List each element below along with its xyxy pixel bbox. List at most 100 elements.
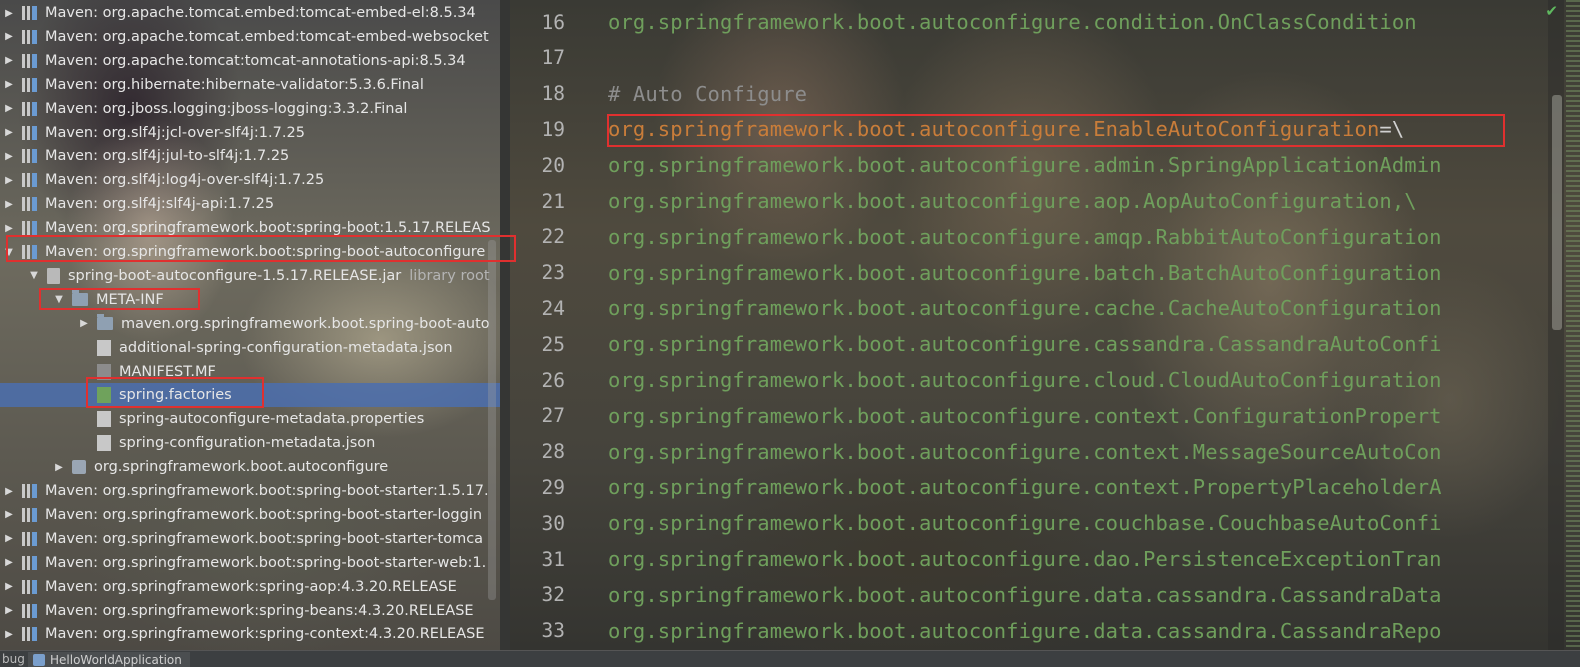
expand-arrow-icon[interactable]: ▶ [4,103,14,114]
error-stripe[interactable] [1566,0,1580,650]
code-line[interactable]: 23 org.springframework.boot.autoconfigure… [510,255,1580,291]
code-line[interactable]: 26 org.springframework.boot.autoconfigure… [510,362,1580,398]
tree-row[interactable]: ▶ maven.org.springframework.boot.spring-b… [0,312,500,336]
manifest-file-icon [97,363,111,380]
code-text: org.springframework.boot.autoconfigure.c… [608,296,1442,321]
code-line[interactable]: 17 [510,40,1580,76]
tree-row[interactable]: ▶ Maven: org.springframework:spring-aop:4… [0,575,500,599]
tree-scrollbar[interactable] [488,240,496,600]
tree-row[interactable]: ▶ Maven: org.apache.tomcat.embed:tomcat-e… [0,25,500,49]
ide-window: ▶ Maven: org.apache.tomcat.embed:tomcat-e… [0,0,1580,667]
tree-row[interactable]: ▶ Maven: org.springframework.boot:spring-… [0,551,500,575]
project-tree[interactable]: ▶ Maven: org.apache.tomcat.embed:tomcat-e… [0,0,500,650]
code-line[interactable]: 19 org.springframework.boot.autoconfigure… [510,111,1580,147]
tree-row[interactable]: ▼ Maven: org.springframework.boot:spring-… [0,240,500,264]
tree-row-label: Maven: org.slf4j:slf4j-api:1.7.25 [45,196,275,213]
tree-row-label: Maven: org.springframework:spring-beans:… [45,602,474,619]
code-line[interactable]: 21 org.springframework.boot.autoconfigure… [510,183,1580,219]
expand-arrow-icon[interactable]: ▶ [4,581,14,592]
code-line[interactable]: 32 org.springframework.boot.autoconfigure… [510,577,1580,613]
tree-row[interactable]: ▶ Maven: org.slf4j:slf4j-api:1.7.25 [0,192,500,216]
tree-row[interactable]: ▼ spring-boot-autoconfigure-1.5.17.RELEAS… [0,264,500,288]
expand-arrow-icon[interactable]: ▶ [4,55,14,66]
tree-row[interactable]: ▶ org.springframework.boot.autoconfigure [0,455,500,479]
code-line[interactable]: 18 # Auto Configure [510,76,1580,112]
collapse-arrow-icon[interactable]: ▼ [54,294,64,305]
line-number: 24 [541,296,565,320]
tree-row[interactable]: spring-configuration-metadata.json [0,431,500,455]
panel-splitter[interactable] [500,0,510,650]
line-number: 23 [541,261,565,285]
library-icon [22,531,37,546]
tree-row[interactable]: spring.factories [0,383,500,408]
expand-arrow-icon[interactable]: ▶ [4,557,14,568]
expand-arrow-icon[interactable]: ▶ [4,31,14,42]
tree-row[interactable]: ▶ Maven: org.slf4j:jcl-over-slf4j:1.7.25 [0,121,500,145]
library-icon [22,245,37,259]
tree-row[interactable]: ▶ Maven: org.jboss.logging:jboss-logging:… [0,97,500,121]
inspection-ok-icon[interactable]: ✔ [1545,2,1558,20]
code-line[interactable]: 28 org.springframework.boot.autoconfigure… [510,434,1580,470]
expand-arrow-icon[interactable]: ▶ [4,199,14,210]
tree-row-label: META-INF [96,291,164,308]
code-line[interactable]: 33 org.springframework.boot.autoconfigure… [510,613,1580,649]
library-icon [22,53,37,68]
expand-arrow-icon[interactable]: ▶ [4,79,14,90]
expand-arrow-icon[interactable]: ▶ [4,175,14,186]
tree-row[interactable]: ▶ Maven: org.springframework.boot:spring-… [0,216,500,240]
line-number: 25 [541,332,565,356]
code-line[interactable]: 22 org.springframework.boot.autoconfigure… [510,219,1580,255]
editor-scrollbar-thumb[interactable] [1552,95,1562,330]
library-icon [22,484,37,498]
code-line[interactable]: 25 org.springframework.boot.autoconfigure… [510,326,1580,362]
tree-row[interactable]: ▶ Maven: org.hibernate:hibernate-validato… [0,73,500,97]
tree-row[interactable]: ▶ Maven: org.springframework.boot:spring-… [0,479,500,503]
library-root-hint: library root [409,267,490,284]
tree-row[interactable]: ▶ Maven: org.apache.tomcat:tomcat-annotat… [0,49,500,73]
run-config-tab[interactable]: HelloWorldApplication [28,652,190,667]
tree-row[interactable]: spring-autoconfigure-metadata.properties [0,407,500,431]
code-line[interactable]: 16 org.springframework.boot.autoconfigure… [510,4,1580,40]
tree-row[interactable]: ▼ META-INF [0,288,500,312]
collapse-arrow-icon[interactable]: ▼ [4,247,14,258]
collapse-arrow-icon[interactable]: ▼ [29,270,39,281]
expand-arrow-icon[interactable]: ▶ [79,318,89,329]
line-number: 17 [541,46,565,70]
line-number: 29 [541,475,565,499]
factories-file-icon [97,387,111,404]
code-line[interactable]: 30 org.springframework.boot.autoconfigure… [510,505,1580,541]
tree-row-label: org.springframework.boot.autoconfigure [94,459,389,476]
expand-arrow-icon[interactable]: ▶ [4,533,14,544]
code-comment: # Auto Configure [608,81,808,106]
tree-row[interactable]: ▶ Maven: org.springframework.boot:spring-… [0,527,500,551]
tree-row[interactable]: ▶ Maven: org.slf4j:log4j-over-slf4j:1.7.2… [0,168,500,192]
code-editor[interactable]: 33 org.springframework.boot.autoconfigure… [510,0,1580,650]
expand-arrow-icon[interactable]: ▶ [4,127,14,138]
tree-row[interactable]: ▶ Maven: org.springframework:spring-conte… [0,622,500,646]
expand-arrow-icon[interactable]: ▶ [4,8,14,19]
code-line[interactable]: 20 org.springframework.boot.autoconfigure… [510,147,1580,183]
expand-arrow-icon[interactable]: ▶ [4,486,14,497]
tree-row[interactable]: ▶ Maven: org.apache.tomcat.embed:tomcat-e… [0,1,500,25]
expand-arrow-icon[interactable]: ▶ [4,223,14,234]
tree-row[interactable]: ▶ Maven: org.springframework:spring-beans… [0,599,500,623]
tree-row[interactable]: additional-spring-configuration-metadata… [0,336,500,360]
code-line[interactable]: 24 org.springframework.boot.autoconfigure… [510,290,1580,326]
tree-row[interactable]: ▶ Maven: org.slf4j:jul-to-slf4j:1.7.25 [0,144,500,168]
code-line[interactable]: 27 org.springframework.boot.autoconfigure… [510,398,1580,434]
code-text: org.springframework.boot.autoconfigure.c… [608,332,1442,357]
expand-arrow-icon[interactable]: ▶ [54,462,64,473]
code-line[interactable]: 31 org.springframework.boot.autoconfigure… [510,541,1580,577]
tree-row-label: Maven: org.springframework:spring-contex… [45,626,485,643]
code-line[interactable]: 29 org.springframework.boot.autoconfigure… [510,469,1580,505]
tree-row[interactable]: ▶ Maven: org.springframework.boot:spring-… [0,503,500,527]
library-icon [22,627,37,642]
code-text: org.springframework.boot.autoconfigure.c… [608,403,1442,428]
json-file-icon [97,435,111,452]
expand-arrow-icon[interactable]: ▶ [4,151,14,162]
expand-arrow-icon[interactable]: ▶ [4,605,14,616]
expand-arrow-icon[interactable]: ▶ [4,509,14,520]
tree-row[interactable]: MANIFEST.MF [0,360,500,384]
code-text: org.springframework.boot.autoconfigure.c… [608,10,1417,34]
expand-arrow-icon[interactable]: ▶ [4,629,14,640]
